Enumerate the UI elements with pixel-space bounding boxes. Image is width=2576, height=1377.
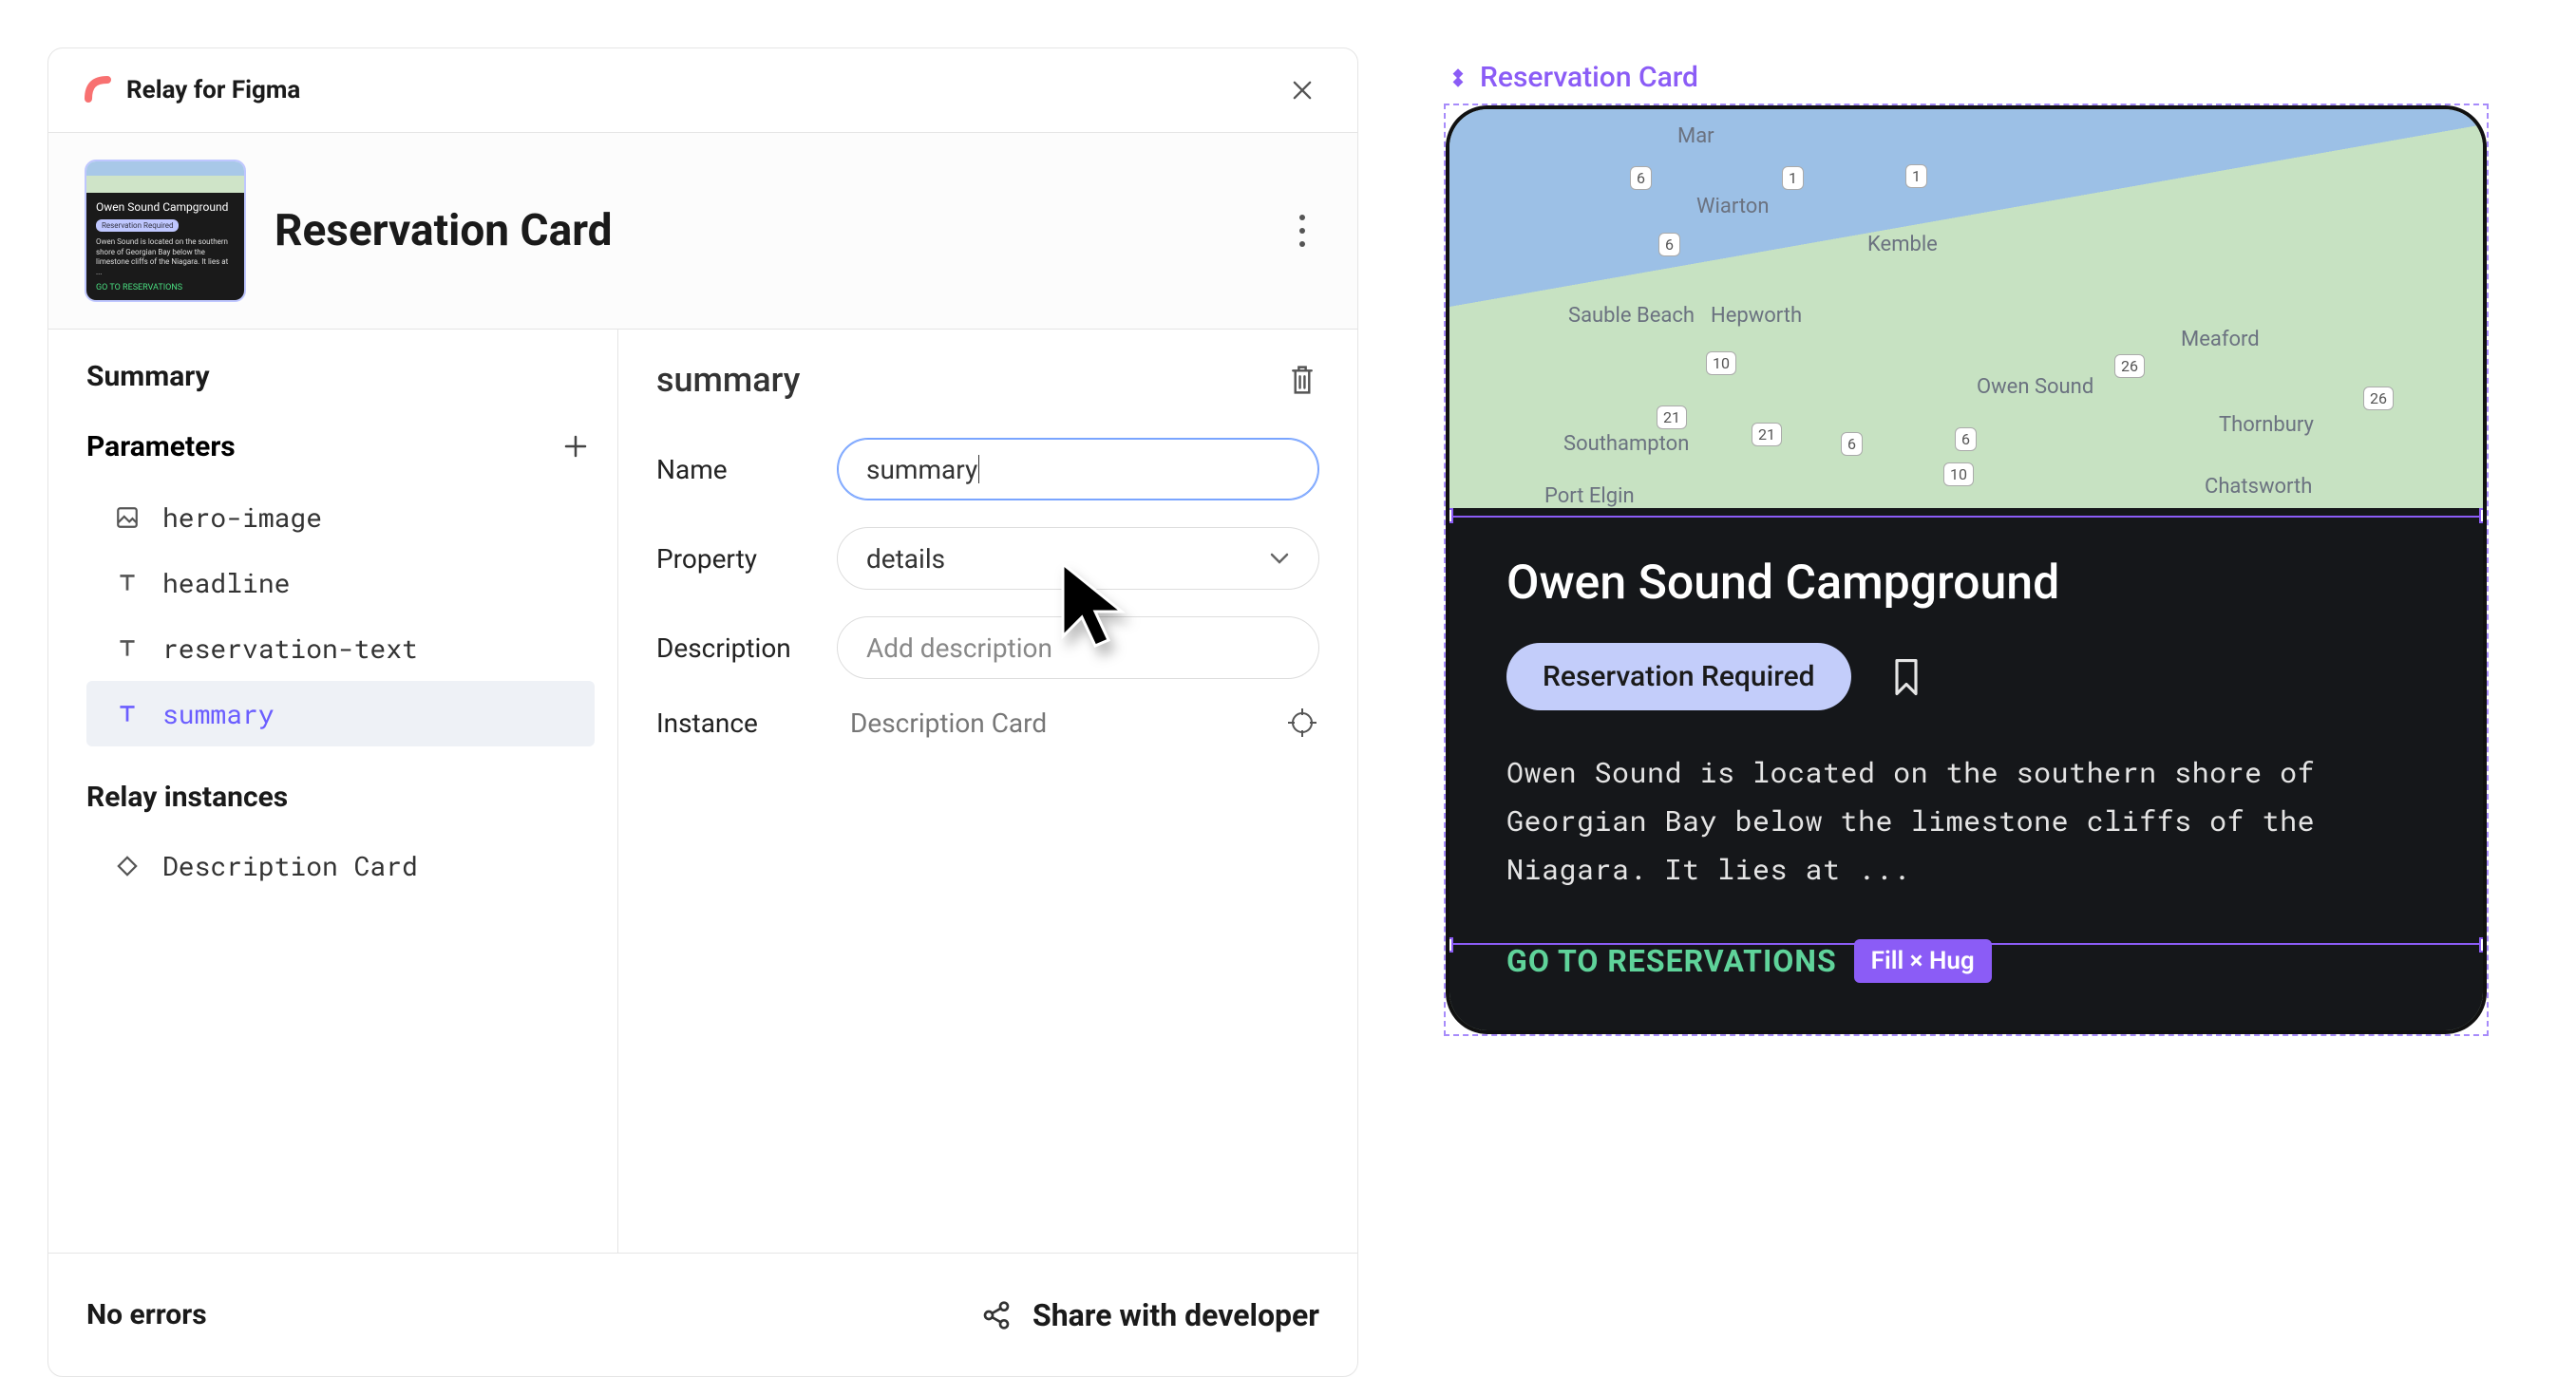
chevron-down-icon: [1269, 552, 1290, 565]
param-summary[interactable]: summary: [86, 681, 595, 746]
selection-outer-dashed: Mar Wiarton Kemble Sauble Beach Hepworth…: [1444, 104, 2489, 1036]
target-icon[interactable]: [1285, 706, 1319, 740]
more-icon[interactable]: [1283, 214, 1321, 248]
selection-handle[interactable]: [1446, 508, 1453, 523]
diamond-icon: [113, 852, 142, 880]
relay-panel: Relay for Figma Owen Sound Campground Re…: [47, 47, 1358, 1377]
selection-handle[interactable]: [1446, 937, 1453, 953]
selection-line: [1446, 943, 2487, 945]
relay-logo-icon: [85, 76, 113, 104]
property-value: details: [866, 543, 945, 575]
instance-label-text: Instance: [656, 707, 818, 739]
selection-handle[interactable]: [2479, 937, 2487, 953]
map-label: Hepworth: [1711, 304, 1802, 328]
component-header: Owen Sound Campground Reservation Requir…: [48, 133, 1357, 330]
share-button[interactable]: Share with developer: [979, 1297, 1319, 1333]
description-placeholder: Add description: [866, 632, 1052, 664]
parameters-label: Parameters: [86, 430, 236, 463]
param-reservation-text[interactable]: reservation-text: [86, 615, 595, 681]
param-label: hero-image: [162, 500, 322, 535]
property-select[interactable]: details: [837, 527, 1319, 590]
preview-component-label[interactable]: Reservation Card: [1480, 61, 1698, 94]
summary-section-label: Summary: [86, 360, 595, 393]
layout-badge: Fill × Hug: [1854, 939, 1992, 983]
instance-description-card[interactable]: Description Card: [86, 833, 595, 898]
close-icon[interactable]: [1283, 71, 1321, 109]
param-label: summary: [162, 696, 275, 731]
cta-link[interactable]: GO TO RESERVATIONS: [1506, 943, 1837, 979]
component-title: Reservation Card: [275, 205, 613, 256]
map-label: Mar: [1677, 124, 1714, 148]
text-icon: [113, 634, 142, 663]
instance-label: Description Card: [162, 848, 418, 883]
reservation-chip[interactable]: Reservation Required: [1506, 643, 1851, 710]
name-input[interactable]: summary: [837, 438, 1319, 500]
sidebar: Summary Parameters hero-image: [48, 330, 618, 1253]
name-input-value: summary: [866, 454, 977, 485]
name-label: Name: [656, 454, 818, 485]
summary-text: Owen Sound is located on the southern sh…: [1506, 748, 2426, 894]
description-input[interactable]: Add description: [837, 616, 1319, 679]
delete-icon[interactable]: [1285, 363, 1319, 397]
text-icon: [113, 700, 142, 728]
share-label: Share with developer: [1032, 1297, 1319, 1333]
detail-title: summary: [656, 360, 800, 400]
selection-handle[interactable]: [2479, 508, 2487, 523]
bookmark-icon[interactable]: [1889, 656, 1923, 698]
map-label: Southampton: [1563, 432, 1689, 456]
map-label: Owen Sound: [1977, 375, 2093, 399]
status-text: No errors: [86, 1298, 207, 1331]
detail-pane: summary Name summary Property details: [618, 330, 1357, 1253]
add-parameter-button[interactable]: [557, 427, 595, 465]
figma-canvas-preview: Reservation Card Mar Wiarton Kemble Saub…: [1444, 61, 2489, 1036]
selection-line: [1446, 516, 2487, 518]
param-headline[interactable]: headline: [86, 550, 595, 615]
reservation-card[interactable]: Mar Wiarton Kemble Sauble Beach Hepworth…: [1446, 105, 2487, 1034]
hero-image-map: Mar Wiarton Kemble Sauble Beach Hepworth…: [1449, 109, 2483, 508]
card-body: Owen Sound Campground Reservation Requir…: [1449, 508, 2483, 1030]
property-label: Property: [656, 543, 818, 575]
component-thumbnail[interactable]: Owen Sound Campground Reservation Requir…: [85, 160, 246, 302]
map-label: Meaford: [2181, 328, 2260, 351]
text-icon: [113, 569, 142, 597]
description-label: Description: [656, 632, 818, 664]
instance-value: Description Card: [837, 707, 1266, 739]
panel-body: Summary Parameters hero-image: [48, 330, 1357, 1253]
map-label: Kemble: [1867, 233, 1938, 256]
image-icon: [113, 503, 142, 532]
instances-label: Relay instances: [86, 781, 595, 814]
component-icon: [1446, 66, 1470, 90]
map-label: Wiarton: [1696, 195, 1770, 218]
map-label: Port Elgin: [1544, 484, 1635, 508]
panel-footer: No errors Share with developer: [48, 1253, 1357, 1376]
map-label: Sauble Beach: [1568, 304, 1695, 328]
share-icon: [979, 1298, 1013, 1332]
headline-text: Owen Sound Campground: [1506, 556, 2426, 611]
param-hero-image[interactable]: hero-image: [86, 484, 595, 550]
map-label: Chatsworth: [2205, 475, 2312, 499]
param-label: reservation-text: [162, 631, 418, 666]
map-label: Thornbury: [2219, 413, 2314, 437]
panel-header: Relay for Figma: [48, 48, 1357, 133]
plugin-title: Relay for Figma: [126, 76, 300, 104]
parameter-list: hero-image headline reservation-text: [86, 484, 595, 746]
param-label: headline: [162, 565, 290, 600]
